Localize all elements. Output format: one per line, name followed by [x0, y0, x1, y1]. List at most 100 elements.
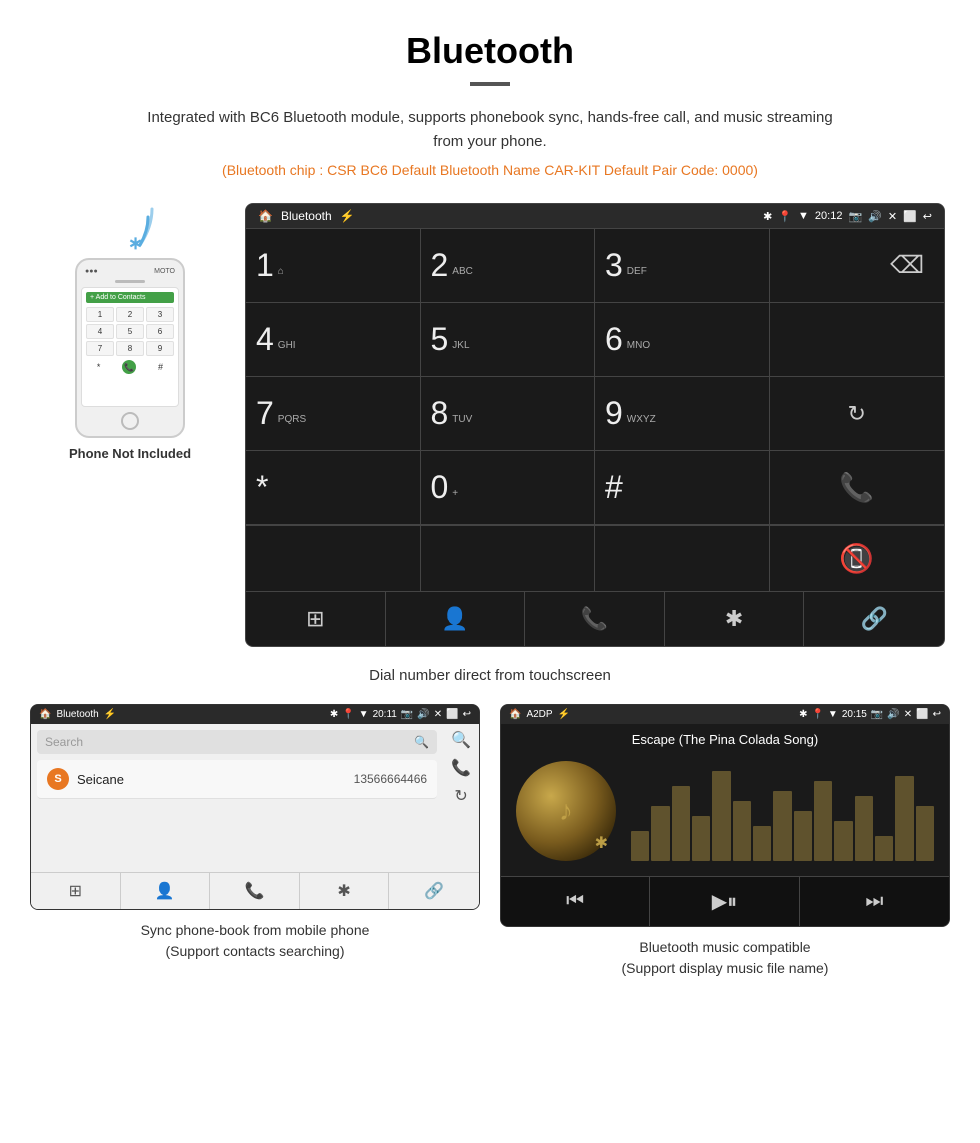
pb-search-placeholder: Search	[45, 735, 83, 749]
dial-hash: #	[158, 362, 163, 372]
next-track-btn[interactable]: ⏭	[800, 877, 949, 926]
camera-icon[interactable]: 📷	[848, 210, 862, 223]
dial-caption: Dial number direct from touchscreen	[0, 667, 980, 684]
pb-right-search[interactable]: 🔍	[451, 730, 471, 750]
dial-empty-2	[770, 303, 945, 377]
wifi-icon: ▼	[798, 210, 809, 222]
dial-key-2[interactable]: 2 ABC	[421, 229, 596, 303]
bt-bottom-phone[interactable]: 📞	[525, 592, 665, 646]
eq-bar	[895, 776, 913, 861]
music-screenshot: 🏠 A2DP ⚡ ✱ 📍 ▼ 20:15 📷 🔊 ✕ ⬜ ↩ Escape (	[500, 704, 950, 979]
home-icon[interactable]: 🏠	[258, 209, 273, 223]
phone-carrier: ●●●	[85, 268, 98, 275]
window-icon[interactable]: ⬜	[903, 210, 917, 223]
dial-key-1[interactable]: 1 ⌂	[246, 229, 421, 303]
dial-key-9[interactable]: 9 WXYZ	[595, 377, 770, 451]
play-pause-btn[interactable]: ▶⏸	[650, 877, 799, 926]
pb-right-phone[interactable]: 📞	[451, 758, 471, 778]
pb-vol-icon[interactable]: 🔊	[417, 709, 429, 720]
pb-title: Bluetooth	[56, 709, 98, 720]
dial-cell-7: 7	[86, 341, 114, 356]
pb-bot-grid[interactable]: ⊞	[31, 873, 121, 909]
bt-extra-row: 📵	[246, 525, 944, 591]
pb-bot-phone[interactable]: 📞	[210, 873, 300, 909]
eq-bar	[733, 801, 751, 861]
bt-bottom-grid[interactable]: ⊞	[246, 592, 386, 646]
music-camera-icon[interactable]: 📷	[871, 709, 883, 720]
dial-key-0[interactable]: 0 +	[421, 451, 596, 525]
dial-cell-4: 4	[86, 324, 114, 339]
music-vol-icon[interactable]: 🔊	[887, 709, 899, 720]
pb-status-bar: 🏠 Bluetooth ⚡ ✱ 📍 ▼ 20:11 📷 🔊 ✕ ⬜ ↩	[31, 705, 479, 724]
pb-camera-icon[interactable]: 📷	[401, 709, 413, 720]
dial-key-7[interactable]: 7 PQRS	[246, 377, 421, 451]
bottom-section: 🏠 Bluetooth ⚡ ✱ 📍 ▼ 20:11 📷 🔊 ✕ ⬜ ↩	[0, 704, 980, 999]
music-home-icon[interactable]: 🏠	[509, 709, 521, 720]
dial-key-6[interactable]: 6 MNO	[595, 303, 770, 377]
eq-bar	[916, 806, 934, 861]
dial-key-star[interactable]: *	[246, 451, 421, 525]
pb-wifi-icon: ▼	[359, 709, 369, 720]
pb-home-icon[interactable]: 🏠	[39, 709, 51, 720]
bt-status-bar: 🏠 Bluetooth ⚡ ✱ 📍 ▼ 20:12 📷 🔊 ✕ ⬜ ↩	[246, 204, 944, 228]
eq-bar	[651, 806, 669, 861]
eq-bar	[712, 771, 730, 861]
phone-device: ●●● MOTO + Add to Contacts 1 2 3 4 5 6 7…	[75, 258, 185, 438]
music-caption: Bluetooth music compatible (Support disp…	[500, 937, 950, 979]
dial-empty-5	[595, 526, 770, 591]
eq-bar	[814, 781, 832, 861]
pb-contact-initial: S	[54, 773, 61, 785]
dial-key-5[interactable]: 5 JKL	[421, 303, 596, 377]
pb-search-icon[interactable]: 🔍	[414, 735, 429, 749]
dial-cell-8: 8	[116, 341, 144, 356]
music-time: 20:15	[842, 709, 867, 720]
call-green-icon[interactable]: 📞	[839, 471, 874, 504]
dial-refresh-cell: ↻	[770, 377, 945, 451]
eq-bar	[773, 791, 791, 861]
close-icon[interactable]: ✕	[888, 210, 897, 223]
bt-bottom-link[interactable]: 🔗	[804, 592, 944, 646]
eq-bar	[692, 816, 710, 861]
pb-back-icon[interactable]: ↩	[463, 709, 471, 720]
pb-bot-bt[interactable]: ✱	[300, 873, 390, 909]
dial-key-hash[interactable]: #	[595, 451, 770, 525]
dial-star: *	[97, 362, 101, 372]
pb-window-icon[interactable]: ⬜	[446, 709, 458, 720]
pb-bot-user[interactable]: 👤	[121, 873, 211, 909]
music-close-icon[interactable]: ✕	[904, 709, 912, 720]
dial-key-3[interactable]: 3 DEF	[595, 229, 770, 303]
phone-call-btn: 📞	[122, 360, 136, 374]
dial-key-4[interactable]: 4 GHI	[246, 303, 421, 377]
dial-cell-5: 5	[116, 324, 144, 339]
pb-right-refresh[interactable]: ↻	[454, 786, 467, 806]
pb-close-icon[interactable]: ✕	[434, 709, 442, 720]
pb-usb-icon: ⚡	[104, 709, 116, 720]
phone-dial-bottom: * 📞 #	[86, 360, 174, 374]
volume-icon[interactable]: 🔊	[868, 210, 882, 223]
music-window-icon[interactable]: ⬜	[916, 709, 928, 720]
dial-empty-4	[421, 526, 596, 591]
music-back-icon[interactable]: ↩	[933, 709, 941, 720]
backspace-icon[interactable]: ⌫	[890, 251, 924, 280]
bt-bottom-contacts[interactable]: 👤	[386, 592, 526, 646]
pb-contact-avatar: S	[47, 768, 69, 790]
dial-cell-1: 1	[86, 307, 114, 322]
pb-bot-link[interactable]: 🔗	[389, 873, 479, 909]
dial-key-8[interactable]: 8 TUV	[421, 377, 596, 451]
usb-icon: ⚡	[340, 209, 355, 223]
subtitle-text: Integrated with BC6 Bluetooth module, su…	[140, 106, 840, 154]
back-icon[interactable]: ↩	[923, 210, 932, 223]
music-screen: 🏠 A2DP ⚡ ✱ 📍 ▼ 20:15 📷 🔊 ✕ ⬜ ↩ Escape (	[500, 704, 950, 927]
bt-bottom-bluetooth[interactable]: ✱	[665, 592, 805, 646]
hangup-icon[interactable]: 📵	[839, 542, 874, 575]
dial-hangup-cell: 📵	[770, 526, 945, 591]
pb-contact-name: Seicane	[77, 772, 346, 787]
phone-screen: + Add to Contacts 1 2 3 4 5 6 7 8 9 * 📞 …	[81, 287, 179, 407]
phone-speaker	[115, 280, 145, 283]
dial-call-green-cell: 📞	[770, 451, 945, 525]
prev-track-btn[interactable]: ⏮	[501, 877, 650, 926]
phone-not-included: Phone Not Included	[69, 446, 191, 461]
refresh-icon[interactable]: ↻	[848, 401, 866, 427]
bt-bottom-bar: ⊞ 👤 📞 ✱ 🔗	[246, 591, 944, 646]
pb-search-bar: Search 🔍	[37, 730, 437, 754]
